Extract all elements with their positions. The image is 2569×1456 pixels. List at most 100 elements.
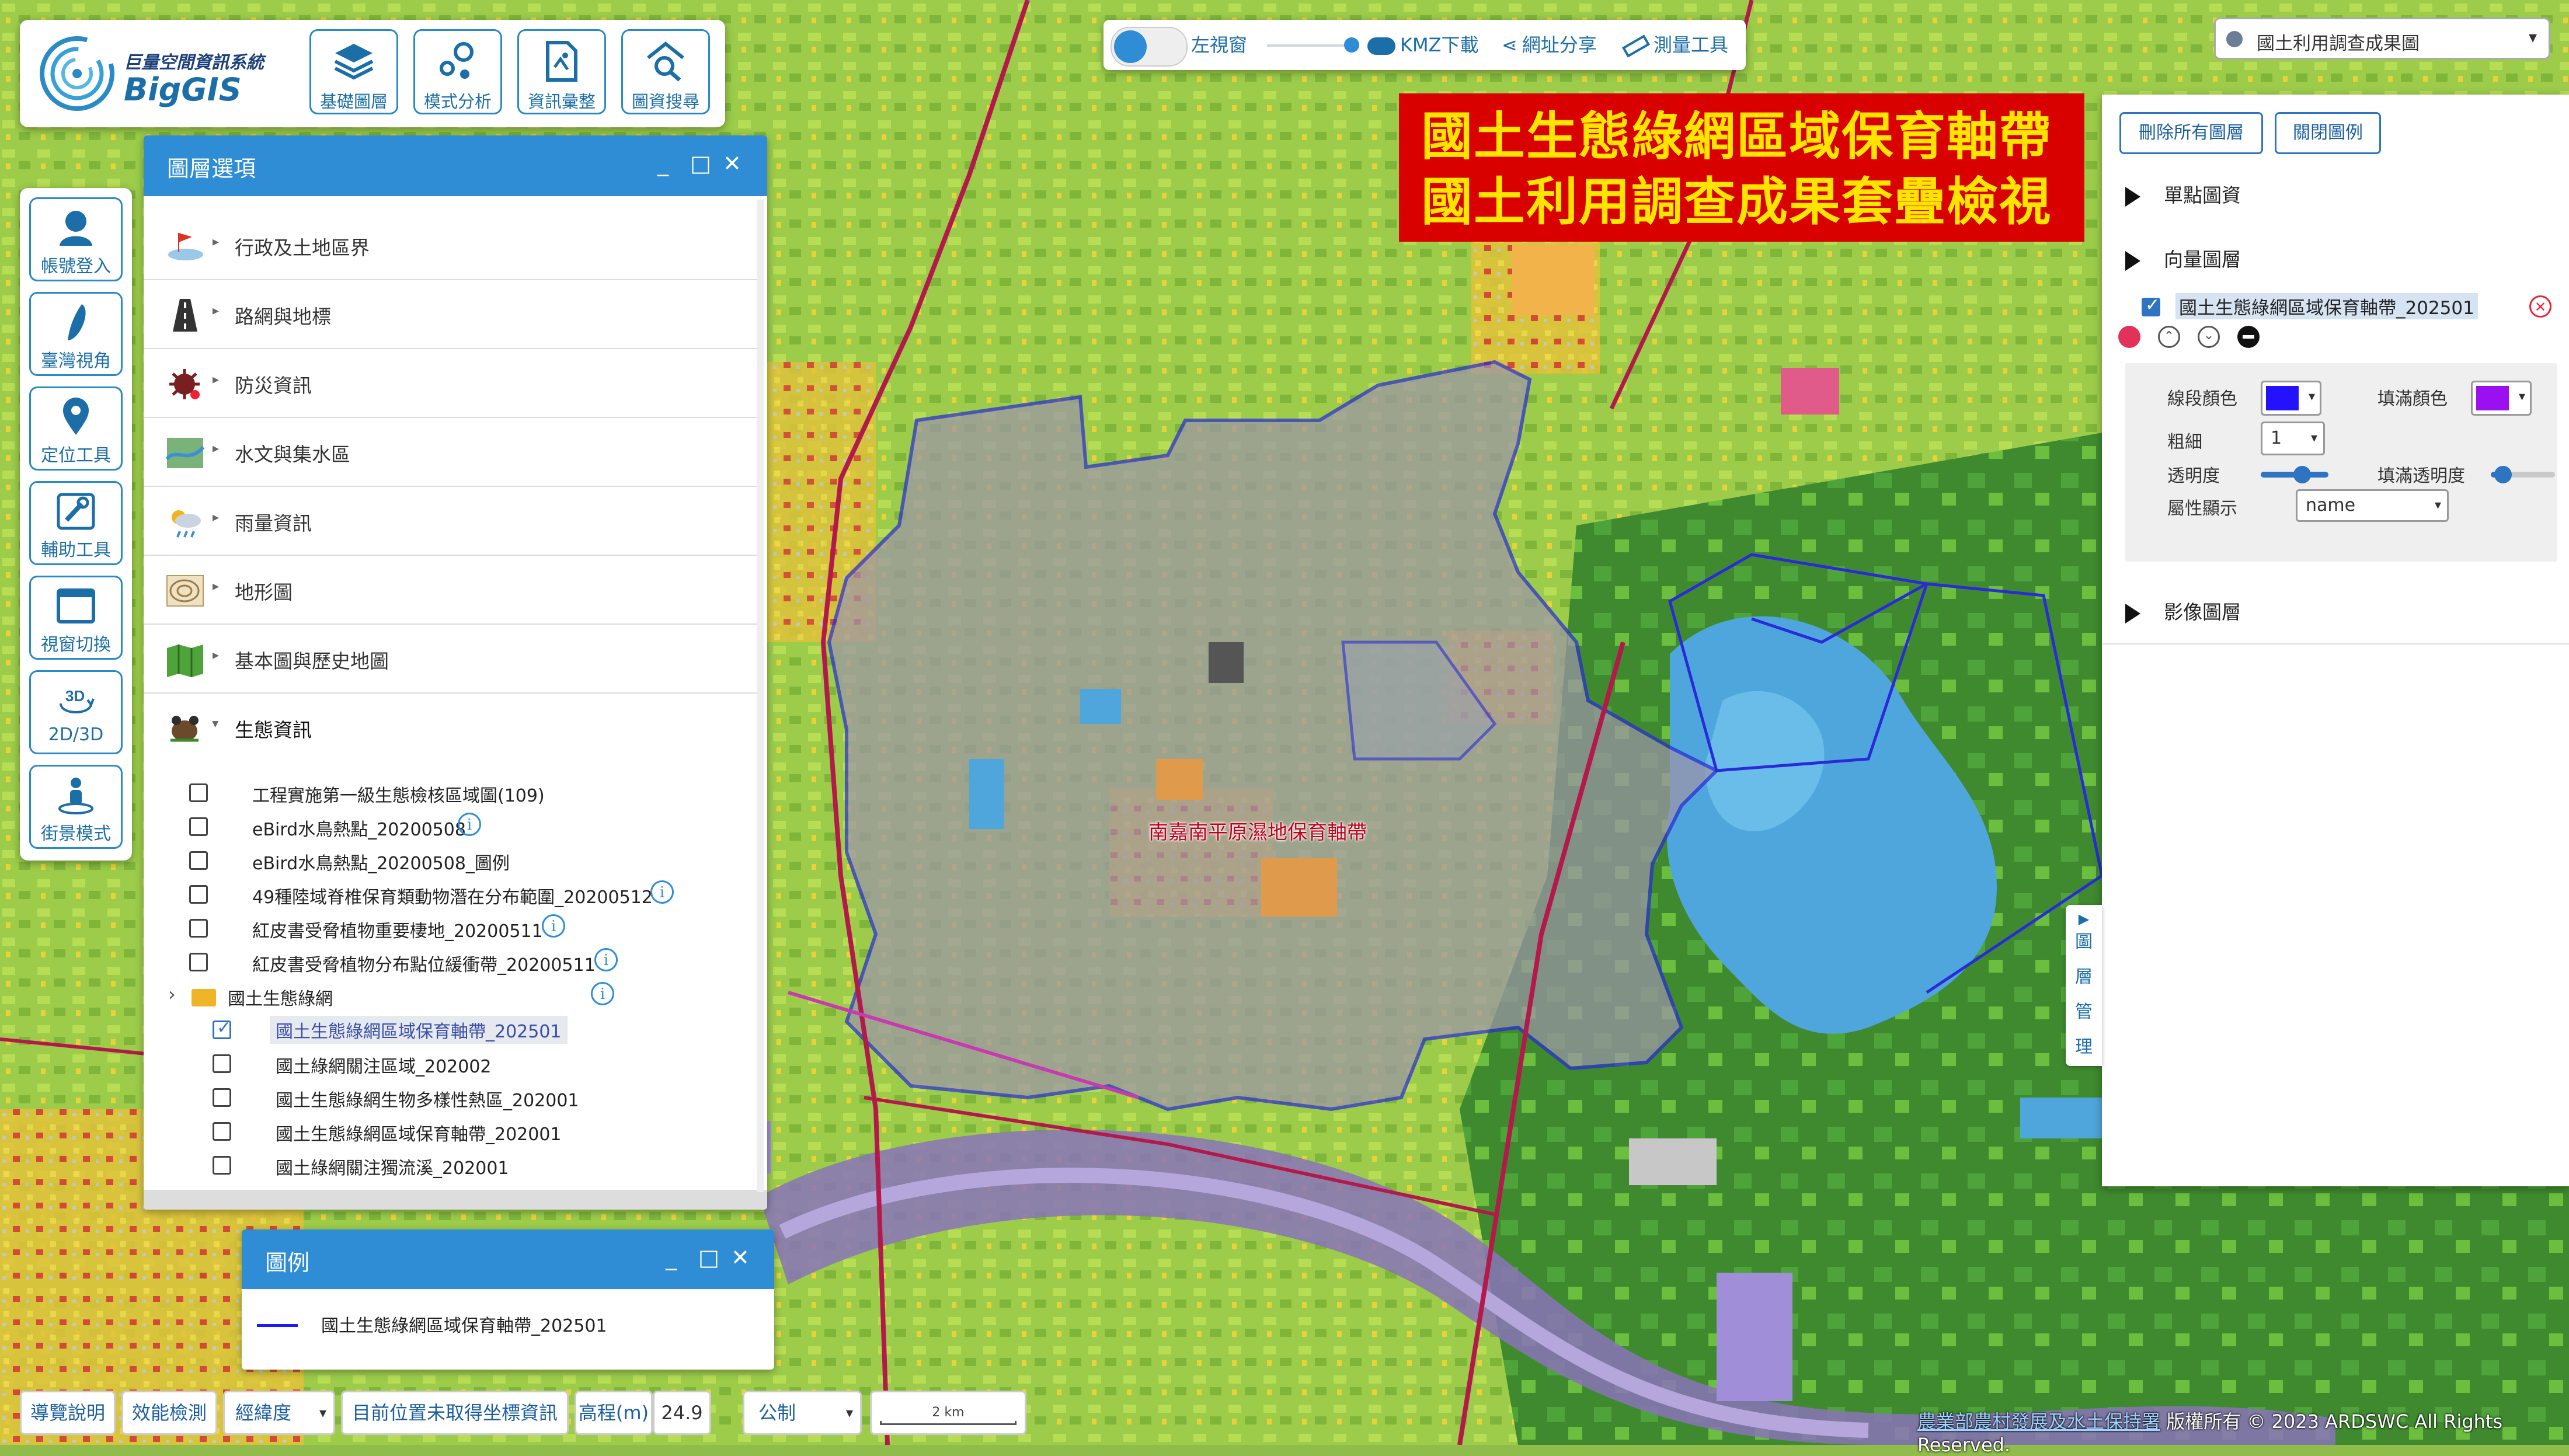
checkbox[interactable] — [189, 851, 208, 870]
info-icon[interactable]: i — [591, 982, 614, 1005]
unit-select[interactable]: 公制 ▾ — [743, 1391, 862, 1435]
info-summary-button[interactable]: 資訊彙整 — [517, 29, 606, 114]
locate-tool-button[interactable]: 定位工具 — [29, 386, 123, 471]
vector-layers-section[interactable]: 向量圖層 — [2125, 244, 2241, 272]
coord-system-select[interactable]: 經緯度 ▾ — [223, 1391, 335, 1435]
checkbox[interactable] — [213, 1054, 231, 1073]
close-icon[interactable]: ✕ — [731, 1245, 750, 1270]
checkbox[interactable] — [189, 919, 208, 938]
maximize-icon[interactable]: □ — [698, 1245, 719, 1270]
category-label: 地形圖 — [235, 581, 293, 604]
info-summary-label: 資訊彙整 — [527, 92, 596, 112]
chevron-right-icon: ▸ — [213, 510, 220, 525]
maximize-icon[interactable]: □ — [690, 151, 711, 176]
street-view-button[interactable]: 街景模式 — [29, 765, 123, 849]
layer-management-tab[interactable]: ▶ 圖 層 管 理 — [2066, 905, 2102, 1066]
base-layers-button[interactable]: 基礎圖層 — [309, 29, 398, 114]
opacity-slider[interactable] — [2261, 466, 2328, 483]
checkbox[interactable] — [189, 817, 208, 836]
single-point-label: 單點圖資 — [2164, 184, 2241, 207]
close-legend-button[interactable]: 關閉圖例 — [2275, 112, 2381, 154]
rain-cloud-icon — [172, 510, 201, 538]
checkbox[interactable] — [189, 885, 208, 904]
checkbox[interactable] — [213, 1088, 231, 1107]
category-basemap-history[interactable]: ▸ 基本圖與歷史地圖 — [144, 625, 758, 694]
legend-window: 圖例 _ □ ✕ 國土生態綠網區域保育軸帶_202501 — [242, 1229, 774, 1370]
left-window-label: 左視窗 — [1191, 34, 1248, 56]
play-triangle-icon: ▶ — [2078, 911, 2090, 927]
info-icon[interactable]: i — [594, 948, 618, 971]
line-color-picker[interactable]: ▾ — [2261, 381, 2321, 416]
org-link[interactable]: 農業部農村發展及水土保持署 — [1917, 1410, 2160, 1433]
2d-3d-button[interactable]: 3D 2D/3D — [29, 670, 123, 754]
close-icon[interactable]: ✕ — [723, 151, 742, 176]
remove-layer-icon[interactable]: ✕ — [2529, 295, 2551, 318]
category-ecology[interactable]: ▸ 生態資訊 — [144, 694, 758, 761]
zoom-to-layer-icon[interactable] — [2118, 326, 2140, 348]
width-select[interactable]: 1 ▾ — [2261, 422, 2325, 455]
biggis-logo[interactable]: 巨量空間資訊系統 BigGIS — [36, 28, 293, 121]
login-button[interactable]: 帳號登入 — [29, 197, 123, 281]
attribute-display-select[interactable]: name ▾ — [2296, 489, 2449, 522]
aux-tool-button[interactable]: 輔助工具 — [29, 481, 123, 565]
category-admin-boundary[interactable]: ▸ 行政及土地區界 — [144, 211, 758, 280]
title-line-2: 國土利用調查成果套疊檢視 — [1421, 172, 2052, 232]
single-point-section[interactable]: 單點圖資 — [2125, 180, 2241, 208]
vertical-scrollbar[interactable] — [757, 200, 764, 1192]
move-down-icon[interactable]: ⌄ — [2198, 326, 2220, 348]
minimize-icon[interactable]: _ — [657, 151, 669, 176]
checkbox[interactable] — [189, 783, 208, 802]
checkbox-checked[interactable]: ✓ — [2142, 295, 2160, 316]
info-icon[interactable]: i — [650, 880, 674, 904]
fill-color-picker[interactable]: ▾ — [2471, 381, 2532, 416]
opacity-slider-thumb[interactable] — [2293, 466, 2311, 483]
category-hydrology[interactable]: ▸ 水文與集水區 — [144, 418, 758, 487]
line-color-label: 線段顏色 — [2167, 389, 2237, 409]
locate-tool-label: 定位工具 — [41, 445, 111, 466]
ruler-icon — [1621, 34, 1651, 58]
category-label: 防災資訊 — [235, 374, 312, 397]
unit-value: 公制 — [758, 1402, 796, 1424]
model-analysis-button[interactable]: 模式分析 — [413, 29, 502, 114]
remove-all-layers-button[interactable]: 刪除所有圖層 — [2119, 112, 2263, 154]
3d-icon-text: 3D — [65, 687, 85, 705]
checkbox-checked[interactable]: ✓ — [213, 1018, 231, 1039]
admin-boundary-icon — [168, 232, 203, 260]
url-share-button[interactable]: ⋖ 網址分享 — [1502, 30, 1597, 57]
checkbox[interactable] — [189, 953, 208, 971]
layer-window-title: 圖層選項 — [167, 156, 256, 182]
category-terrain[interactable]: ▸ 地形圖 — [144, 556, 758, 625]
category-rainfall[interactable]: ▸ 雨量資訊 — [144, 487, 758, 556]
fill-opacity-label: 填滿透明度 — [2377, 466, 2465, 486]
fill-opacity-slider-thumb[interactable] — [2494, 466, 2512, 483]
opacity-slider[interactable] — [1267, 37, 1359, 53]
window-switch-button[interactable]: 視窗切換 — [29, 576, 123, 660]
info-icon[interactable]: i — [458, 813, 481, 836]
category-road-landmark[interactable]: ▸ 路網與地標 — [144, 280, 758, 349]
checkbox[interactable] — [213, 1122, 231, 1141]
layer-window-header[interactable]: 圖層選項 _ □ ✕ — [144, 135, 767, 196]
info-icon[interactable]: i — [542, 914, 565, 938]
minimize-icon[interactable]: _ — [666, 1245, 677, 1270]
title-overlay: 國土生態綠網區域保育軸帶 國土利用調查成果套疊檢視 — [1399, 93, 2084, 242]
image-layers-section[interactable]: 影像圖層 — [2125, 597, 2241, 625]
move-up-icon[interactable]: ⌃ — [2158, 326, 2180, 348]
checkbox[interactable] — [213, 1156, 231, 1175]
layer-style-properties: 線段顏色 ▾ 填滿顏色 ▾ 粗細 1 ▾ 透明度 填滿透明度 屬性顯示 name ▾ — [2125, 363, 2557, 562]
performance-button[interactable]: 效能檢測 — [121, 1391, 217, 1435]
left-window-toggle[interactable] — [1111, 27, 1188, 67]
collapse-icon[interactable] — [2237, 326, 2260, 348]
width-value: 1 — [2271, 428, 2282, 448]
map-search-button[interactable]: 圖資搜尋 — [621, 29, 710, 114]
kmz-download-button[interactable]: KMZ下載 — [1367, 30, 1479, 57]
category-disaster[interactable]: ▸ 防災資訊 — [144, 349, 758, 418]
basemap-select[interactable]: 國土利用調查成果圖 ▾ — [2214, 18, 2550, 60]
horizontal-scrollbar[interactable] — [144, 1190, 767, 1210]
2d-3d-label: 2D/3D — [48, 724, 104, 745]
left-toolbar: 帳號登入 臺灣視角 定位工具 輔助工具 視窗切換 3D 2D/3D 街景模式 — [20, 188, 132, 861]
fill-opacity-slider[interactable] — [2491, 466, 2555, 483]
taiwan-view-button[interactable]: 臺灣視角 — [29, 292, 123, 376]
measure-tool-button[interactable]: 測量工具 — [1621, 30, 1728, 58]
guide-button[interactable]: 導覽說明 — [20, 1391, 116, 1435]
legend-window-header[interactable]: 圖例 _ □ ✕ — [242, 1229, 774, 1289]
